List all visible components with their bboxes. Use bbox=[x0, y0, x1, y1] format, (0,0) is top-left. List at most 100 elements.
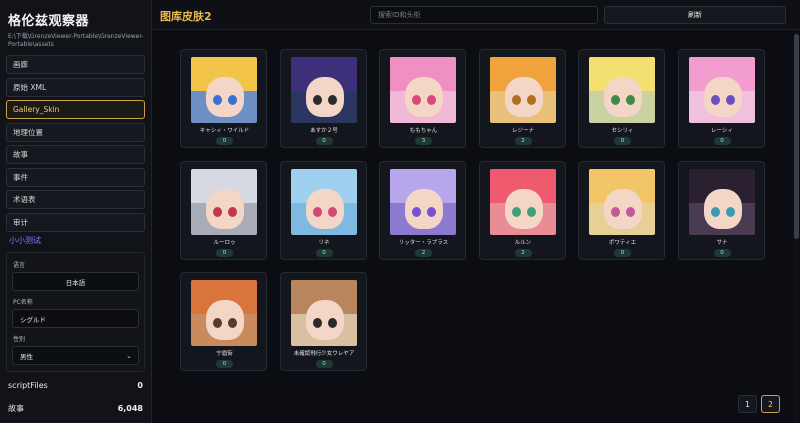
nav-item-locations[interactable]: 地理位置 bbox=[6, 122, 145, 142]
character-portrait bbox=[191, 57, 257, 123]
nav-item-gallery-skin[interactable]: Gallery_Skin bbox=[6, 100, 145, 119]
portrait-eye bbox=[327, 318, 337, 328]
portrait-face bbox=[504, 77, 543, 117]
portrait-eye bbox=[312, 95, 322, 105]
skin-card[interactable]: キャシィ・ワイルド 0 bbox=[180, 49, 267, 148]
skin-card[interactable]: レジーナ 2 bbox=[478, 49, 566, 148]
skin-card[interactable]: ももちゃん 3 bbox=[379, 49, 466, 148]
scrollbar[interactable] bbox=[794, 30, 799, 423]
skin-card[interactable]: 未確認飛行少女ウレヤア 0 bbox=[279, 272, 367, 371]
count-badge: 3 bbox=[415, 137, 432, 145]
skin-card[interactable]: ルーロゥ 0 bbox=[180, 160, 267, 260]
stat-stories: 故事 6,048 bbox=[6, 403, 145, 414]
card-name: レジーナ bbox=[511, 128, 534, 134]
portrait-face bbox=[206, 188, 244, 229]
stat-label: scriptFiles bbox=[8, 381, 48, 390]
card-name: リッター・ラプラス bbox=[398, 239, 449, 246]
character-portrait bbox=[688, 57, 755, 123]
skin-card[interactable]: ポワティエ 0 bbox=[578, 160, 665, 260]
portrait-eye bbox=[611, 95, 620, 105]
portrait-eye bbox=[213, 206, 222, 217]
portrait-eye bbox=[725, 95, 735, 105]
portrait-face bbox=[305, 188, 344, 229]
portrait-face bbox=[206, 77, 244, 117]
pc-name-label: PC名称 bbox=[13, 299, 33, 306]
page-title: 图库皮肤2 bbox=[160, 10, 212, 23]
portrait-face bbox=[703, 188, 742, 229]
skin-card[interactable]: サナ 0 bbox=[677, 160, 765, 260]
chevron-down-icon: ⌄ bbox=[126, 351, 132, 360]
nav-item-story[interactable]: 故事 bbox=[6, 145, 145, 164]
card-name: ももちゃん bbox=[409, 128, 438, 134]
stat-value: 0 bbox=[137, 381, 143, 390]
nav-item-raw-xml[interactable]: 原始 XML bbox=[6, 77, 145, 97]
portrait-face bbox=[405, 188, 443, 229]
count-badge: 2 bbox=[514, 137, 532, 145]
character-portrait bbox=[290, 168, 357, 235]
sidebar: 格伦兹观察器 E:\下载\GrenzeViewer-Portable\Grenz… bbox=[0, 0, 152, 423]
portrait-eye bbox=[626, 95, 635, 105]
nav-item-audit[interactable]: 审计 bbox=[6, 212, 145, 232]
card-name: ルルン bbox=[514, 239, 532, 246]
portrait-eye bbox=[427, 206, 436, 217]
count-badge: 0 bbox=[315, 248, 333, 257]
nav-item-glossary[interactable]: 术语表 bbox=[6, 190, 145, 209]
card-name: サナ bbox=[716, 239, 728, 246]
portrait-eye bbox=[327, 95, 337, 105]
gender-select[interactable]: 男性 ⌄ bbox=[12, 346, 139, 365]
portrait-eye bbox=[511, 206, 521, 217]
count-badge: 0 bbox=[216, 248, 233, 257]
refresh-button[interactable]: 刷新 bbox=[604, 6, 786, 24]
scrollbar-thumb[interactable] bbox=[794, 34, 799, 239]
skin-card[interactable]: レーシィ 0 bbox=[677, 49, 765, 148]
portrait-eye bbox=[228, 95, 237, 105]
character-portrait bbox=[191, 280, 257, 346]
gender-select-value: 男性 bbox=[20, 352, 33, 361]
portrait-eye bbox=[725, 206, 735, 217]
gender-label: 性别 bbox=[13, 336, 26, 343]
nav-item-events[interactable]: 事件 bbox=[6, 167, 145, 187]
count-badge: 0 bbox=[216, 137, 233, 145]
character-portrait bbox=[390, 57, 456, 123]
assets-path: E:\下载\GrenzeViewer-Portable\GrenzeViewer… bbox=[8, 33, 144, 48]
portrait-eye bbox=[327, 206, 337, 217]
portrait-face bbox=[504, 188, 543, 229]
portrait-face bbox=[604, 77, 642, 117]
top-bar: 图库皮肤2 刷新 bbox=[152, 0, 800, 30]
character-portrait bbox=[390, 168, 456, 235]
app-window: 格伦兹观察器 E:\下载\GrenzeViewer-Portable\Grenz… bbox=[0, 0, 800, 423]
card-name: あすか２号 bbox=[310, 128, 338, 134]
skin-card[interactable]: リネ 0 bbox=[279, 160, 367, 260]
search-input[interactable] bbox=[370, 6, 598, 24]
skin-card[interactable]: ルルン 2 bbox=[478, 160, 566, 260]
skin-card[interactable]: あすか２号 0 bbox=[279, 49, 367, 148]
skin-card[interactable]: セシリィ 0 bbox=[578, 49, 665, 148]
pagination: 1 2 bbox=[738, 395, 780, 413]
page-button-2[interactable]: 2 bbox=[761, 395, 780, 413]
section-title: 小小测试 bbox=[9, 236, 41, 245]
portrait-eye bbox=[213, 318, 222, 328]
portrait-eye bbox=[312, 206, 322, 217]
sidebar-nav: 画廊 原始 XML Gallery_Skin 地理位置 故事 事件 术语表 审计 bbox=[6, 55, 145, 232]
character-portrait bbox=[589, 168, 655, 235]
nav-item-gallery[interactable]: 画廊 bbox=[6, 55, 145, 74]
language-button[interactable]: 日本語 bbox=[12, 272, 139, 291]
pc-name-field[interactable]: シグルド bbox=[12, 309, 139, 328]
portrait-face bbox=[703, 77, 742, 117]
count-badge: 0 bbox=[315, 360, 333, 368]
portrait-eye bbox=[412, 206, 421, 217]
portrait-eye bbox=[710, 206, 720, 217]
portrait-face bbox=[405, 77, 443, 117]
page-button-1[interactable]: 1 bbox=[738, 395, 757, 413]
count-badge: 2 bbox=[415, 248, 432, 257]
skin-card[interactable]: 宁眉街 0 bbox=[180, 272, 267, 371]
skin-card[interactable]: リッター・ラプラス 2 bbox=[379, 160, 466, 260]
settings-panel: 语言 日本語 PC名称 シグルド 性别 男性 ⌄ bbox=[6, 252, 145, 372]
character-portrait bbox=[688, 168, 755, 235]
card-name: 未確認飛行少女ウレヤア bbox=[293, 351, 355, 357]
portrait-face bbox=[604, 188, 642, 229]
portrait-eye bbox=[312, 318, 322, 328]
card-name: レーシィ bbox=[711, 128, 733, 134]
portrait-eye bbox=[526, 206, 536, 217]
language-label: 语言 bbox=[13, 262, 26, 269]
